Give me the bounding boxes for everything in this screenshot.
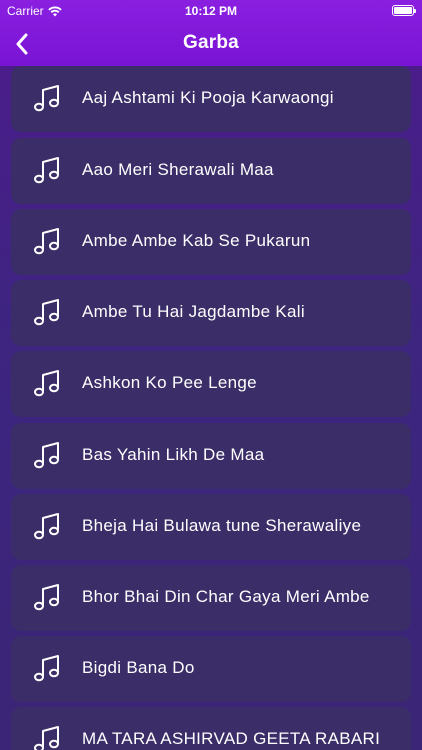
- navigation-bar: Garba: [0, 22, 422, 66]
- music-note-icon: [34, 157, 59, 184]
- song-title: Ambe Tu Hai Jagdambe Kali: [82, 302, 305, 321]
- music-note-icon: [34, 726, 59, 750]
- song-list[interactable]: Aaj Ashtami Ki Pooja Karwaongi Aao Meri …: [0, 66, 422, 750]
- music-note-icon: [34, 85, 59, 112]
- song-list-item[interactable]: Bheja Hai Bulawa tune Sherawaliye: [11, 494, 411, 560]
- music-note-icon: [34, 584, 59, 611]
- song-list-item[interactable]: Aaj Ashtami Ki Pooja Karwaongi: [11, 66, 411, 132]
- song-list-item[interactable]: MA TARA ASHIRVAD GEETA RABARI: [11, 707, 411, 750]
- song-list-item[interactable]: Bhor Bhai Din Char Gaya Meri Ambe: [11, 565, 411, 631]
- song-list-item[interactable]: Bigdi Bana Do: [11, 636, 411, 702]
- status-bar: Carrier 10:12 PM: [0, 0, 422, 22]
- page-title: Garba: [183, 32, 239, 53]
- song-title: Bhor Bhai Din Char Gaya Meri Ambe: [82, 587, 370, 606]
- song-list-item[interactable]: Ambe Tu Hai Jagdambe Kali: [11, 280, 411, 346]
- song-title: Bas Yahin Likh De Maa: [82, 445, 265, 464]
- song-title: Aaj Ashtami Ki Pooja Karwaongi: [82, 88, 334, 107]
- music-note-icon: [34, 299, 59, 326]
- song-list-item[interactable]: Ambe Ambe Kab Se Pukarun: [11, 209, 411, 275]
- song-title: Ashkon Ko Pee Lenge: [82, 373, 257, 392]
- song-list-item[interactable]: Bas Yahin Likh De Maa: [11, 423, 411, 489]
- song-title: Ambe Ambe Kab Se Pukarun: [82, 231, 311, 250]
- music-note-icon: [34, 513, 59, 540]
- music-note-icon: [34, 370, 59, 397]
- song-title: Bigdi Bana Do: [82, 658, 195, 677]
- music-note-icon: [34, 228, 59, 255]
- music-note-icon: [34, 655, 59, 682]
- music-note-icon: [34, 442, 59, 469]
- battery-icon: [392, 5, 416, 16]
- song-title: Bheja Hai Bulawa tune Sherawaliye: [82, 516, 362, 535]
- song-list-item[interactable]: Aao Meri Sherawali Maa: [11, 138, 411, 204]
- song-title: MA TARA ASHIRVAD GEETA RABARI: [82, 729, 381, 748]
- status-time: 10:12 PM: [184, 4, 238, 18]
- song-list-item[interactable]: Ashkon Ko Pee Lenge: [11, 351, 411, 417]
- song-title: Aao Meri Sherawali Maa: [82, 160, 274, 179]
- app-header: Carrier 10:12 PM Garba: [0, 0, 422, 66]
